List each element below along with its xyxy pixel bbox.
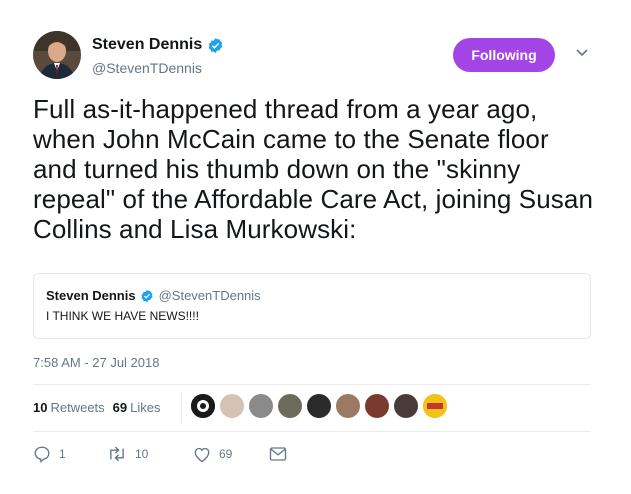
- quoted-author: Steven Dennis @StevenTDennis: [46, 288, 261, 303]
- author-name-text[interactable]: Steven Dennis: [92, 36, 202, 54]
- retweet-icon: [110, 446, 124, 462]
- author-avatar[interactable]: [33, 31, 81, 79]
- author-name[interactable]: Steven Dennis: [92, 36, 224, 54]
- reply-icon: [34, 446, 50, 463]
- direct-message-button[interactable]: [269, 446, 287, 462]
- tweet-stats: 10 Retweets 69 Likes: [33, 400, 161, 415]
- reply-count: 1: [59, 447, 66, 461]
- tweet-actions: 1 10 69: [33, 445, 287, 463]
- retweet-button[interactable]: 10: [107, 445, 193, 463]
- message-icon: [269, 447, 287, 461]
- quoted-tweet[interactable]: Steven Dennis @StevenTDennis I THINK WE …: [33, 273, 591, 339]
- liker-avatar[interactable]: [336, 394, 360, 418]
- divider: [33, 384, 591, 385]
- liker-avatar[interactable]: [307, 394, 331, 418]
- likes-count[interactable]: 69: [113, 400, 127, 415]
- verified-badge-icon: [209, 37, 223, 53]
- liker-avatar[interactable]: [394, 394, 418, 418]
- verified-badge-icon: [141, 289, 153, 302]
- tweet-timestamp[interactable]: 7:58 AM - 27 Jul 2018: [33, 355, 159, 370]
- quoted-author-name: Steven Dennis: [46, 288, 136, 303]
- retweets-label[interactable]: Retweets: [50, 400, 104, 415]
- tweet-text: Full as-it-happened thread from a year a…: [33, 94, 594, 244]
- quoted-author-handle: @StevenTDennis: [158, 288, 261, 303]
- stats-separator: [181, 393, 182, 423]
- retweet-count: 10: [135, 447, 149, 461]
- liker-avatar[interactable]: [191, 394, 215, 418]
- author-handle[interactable]: @StevenTDennis: [92, 60, 202, 76]
- liker-avatar[interactable]: [249, 394, 273, 418]
- like-button[interactable]: 69: [193, 446, 269, 463]
- chevron-down-icon[interactable]: [575, 48, 589, 58]
- liker-avatar[interactable]: [365, 394, 389, 418]
- liker-avatar[interactable]: [278, 394, 302, 418]
- like-count: 69: [219, 447, 233, 461]
- likes-label[interactable]: Likes: [130, 400, 160, 415]
- like-icon: [194, 447, 210, 462]
- divider: [33, 431, 591, 432]
- following-button[interactable]: Following: [453, 38, 555, 72]
- quoted-text: I THINK WE HAVE NEWS!!!!: [46, 309, 199, 323]
- liker-avatar[interactable]: [220, 394, 244, 418]
- likers-avatars: [191, 394, 452, 418]
- reply-button[interactable]: 1: [33, 445, 107, 463]
- retweets-count[interactable]: 10: [33, 400, 47, 415]
- liker-avatar[interactable]: [423, 394, 447, 418]
